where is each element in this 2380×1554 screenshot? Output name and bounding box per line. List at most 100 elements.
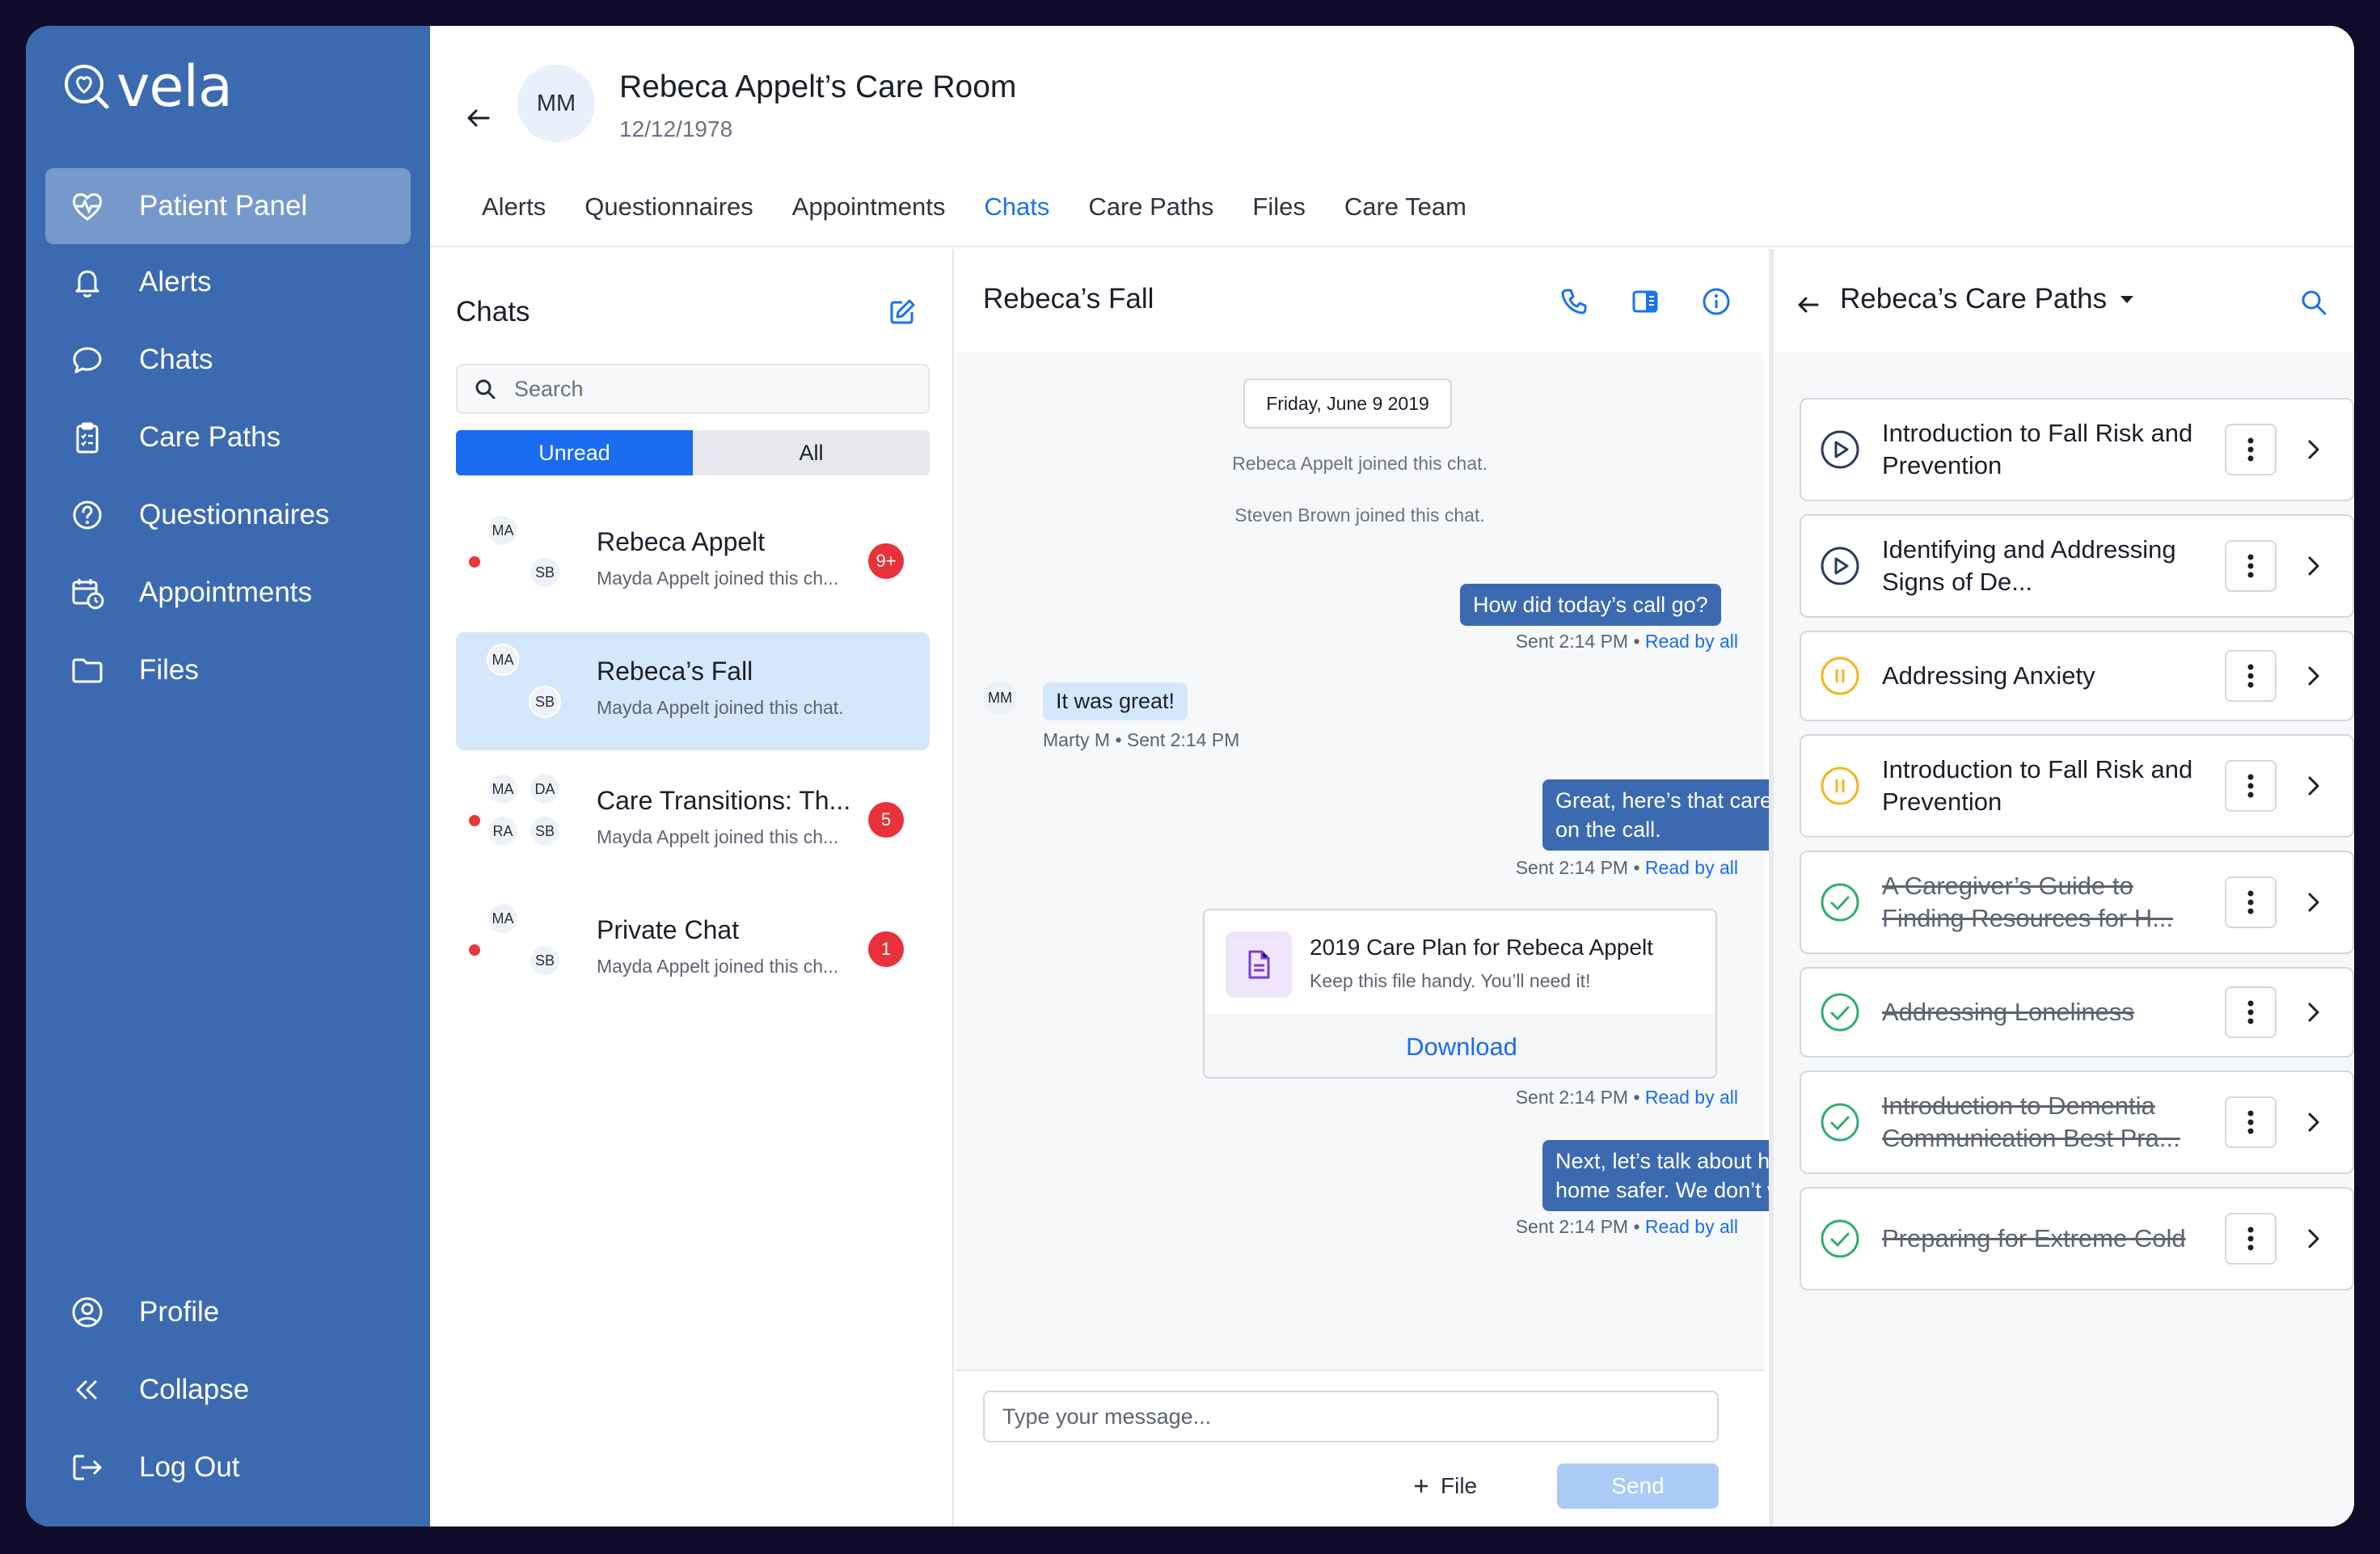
bullet-separator: • xyxy=(1633,631,1640,652)
chat-list-item[interactable]: MA DA RA SB Care Transitions: Th... Mayd… xyxy=(456,762,930,880)
chat-list-item[interactable]: MA SB Rebeca’s Fall Mayda Appelt joined … xyxy=(456,632,930,750)
search-icon[interactable] xyxy=(2299,288,2328,317)
attach-file-button[interactable]: File xyxy=(1412,1463,1477,1509)
message-status: Sent 2:14 PM • Read by all xyxy=(1516,1087,1738,1108)
nav-appointments[interactable]: Appointments xyxy=(45,555,411,631)
pause-circle-icon xyxy=(1819,765,1861,807)
nav-label: Log Out xyxy=(139,1451,240,1483)
nav-profile[interactable]: Profile xyxy=(45,1274,411,1350)
chevron-right-icon[interactable] xyxy=(2302,663,2325,689)
nav-alerts[interactable]: Alerts xyxy=(45,244,411,320)
bell-icon xyxy=(68,263,107,302)
filter-unread[interactable]: Unread xyxy=(456,430,693,475)
calendar-clock-icon xyxy=(68,573,107,612)
more-options-button[interactable] xyxy=(2225,1213,2277,1265)
sent-time: Sent 2:14 PM xyxy=(1515,857,1629,878)
read-receipt: Read by all xyxy=(1644,1087,1738,1108)
care-path-card[interactable]: Addressing Loneliness xyxy=(1800,967,2354,1058)
file-attachment-card: 2019 Care Plan for Rebeca Appelt Keep th… xyxy=(1203,909,1717,1079)
send-button[interactable]: Send xyxy=(1557,1463,1719,1509)
nav-questionnaires[interactable]: Questionnaires xyxy=(45,477,411,553)
nav-collapse[interactable]: Collapse xyxy=(45,1352,411,1428)
chat-search-input[interactable]: Search xyxy=(456,364,930,414)
vela-logo[interactable]: vela xyxy=(61,58,233,115)
message-status: Sent 2:14 PM • Read by all xyxy=(1516,857,1738,879)
chevron-right-icon[interactable] xyxy=(2302,1226,2325,1252)
avatar: DA xyxy=(529,773,561,805)
page-title: Rebeca Appelt’s Care Room xyxy=(619,70,1017,104)
care-path-title: Identifying and Addressing Signs of De..… xyxy=(1882,535,2176,596)
system-message: Rebeca Appelt joined this chat. xyxy=(1232,453,1488,474)
tab-care-team[interactable]: Care Team xyxy=(1344,192,1466,222)
chat-preview: Mayda Appelt joined this ch... xyxy=(597,826,839,847)
bullet-separator: • xyxy=(1633,857,1640,878)
tab-questionnaires[interactable]: Questionnaires xyxy=(584,192,753,222)
check-circle-icon xyxy=(1819,1218,1861,1260)
chevron-right-icon[interactable] xyxy=(2302,889,2325,915)
chevron-right-icon[interactable] xyxy=(2302,999,2325,1025)
patient-avatar: MM xyxy=(517,65,595,142)
tab-files[interactable]: Files xyxy=(1252,192,1305,222)
chat-list-item[interactable]: MA SB Rebeca Appelt Mayda Appelt joined … xyxy=(456,503,930,621)
tab-chats[interactable]: Chats xyxy=(984,192,1049,222)
info-icon[interactable] xyxy=(1701,286,1732,317)
care-paths-panel: Rebeca’s Care Paths Introduction to Fall… xyxy=(1769,249,2354,1527)
nav-care-paths[interactable]: Care Paths xyxy=(45,399,411,475)
conversation-title: Rebeca’s Fall xyxy=(983,283,1154,315)
care-path-card[interactable]: Introduction to Fall Risk and Prevention xyxy=(1800,398,2354,501)
unread-dot xyxy=(469,944,480,956)
more-options-button[interactable] xyxy=(2225,1096,2277,1148)
phone-icon[interactable] xyxy=(1559,286,1589,317)
care-path-card[interactable]: Addressing Anxiety xyxy=(1800,631,2354,721)
avatar: SB xyxy=(529,556,561,589)
more-options-button[interactable] xyxy=(2225,650,2277,702)
care-path-card[interactable]: Introduction to Dementia Communication B… xyxy=(1800,1070,2354,1174)
nav-files[interactable]: Files xyxy=(45,632,411,708)
tab-care-paths[interactable]: Care Paths xyxy=(1088,192,1213,222)
nav-logout[interactable]: Log Out xyxy=(45,1429,411,1505)
plus-icon xyxy=(1412,1476,1431,1496)
side-panel-icon[interactable] xyxy=(1630,286,1661,317)
care-paths-header: Rebeca’s Care Paths xyxy=(1774,249,2354,353)
more-options-button[interactable] xyxy=(2225,876,2277,928)
more-options-button[interactable] xyxy=(2225,986,2277,1038)
care-path-card[interactable]: A Caregiver’s Guide to Finding Resources… xyxy=(1800,851,2354,954)
chevron-right-icon[interactable] xyxy=(2302,773,2325,799)
system-message: Steven Brown joined this chat. xyxy=(1234,505,1485,526)
chevron-right-icon[interactable] xyxy=(2302,1109,2325,1135)
chevron-right-icon[interactable] xyxy=(2302,437,2325,462)
chevron-right-icon[interactable] xyxy=(2302,553,2325,579)
unread-dot xyxy=(469,556,480,568)
chat-preview: Mayda Appelt joined this ch... xyxy=(597,568,839,589)
nav-label: Profile xyxy=(139,1296,220,1328)
care-path-card[interactable]: Preparing for Extreme Cold xyxy=(1800,1187,2354,1290)
play-circle-icon xyxy=(1819,545,1861,587)
back-arrow-icon[interactable] xyxy=(1795,291,1822,319)
chat-name: Rebeca Appelt xyxy=(597,527,766,556)
chat-list-item[interactable]: MA SB Private Chat Mayda Appelt joined t… xyxy=(456,891,930,1009)
heart-pulse-icon xyxy=(68,187,107,226)
more-options-button[interactable] xyxy=(2225,424,2277,475)
care-path-card[interactable]: Identifying and Addressing Signs of De..… xyxy=(1800,514,2354,618)
care-paths-dropdown[interactable]: Rebeca’s Care Paths xyxy=(1840,283,2136,315)
message-input[interactable]: Type your message... xyxy=(983,1391,1719,1442)
care-path-card[interactable]: Introduction to Fall Risk and Prevention xyxy=(1800,734,2354,838)
author-name: Marty M xyxy=(1043,729,1111,750)
tab-appointments[interactable]: Appointments xyxy=(792,192,946,222)
avatar: MA xyxy=(487,773,519,805)
download-button[interactable]: Download xyxy=(1205,1014,1715,1077)
nav-patient-panel[interactable]: Patient Panel xyxy=(45,168,411,244)
app-window: vela Patient Panel Alerts Chats Care Pat… xyxy=(26,26,2354,1527)
back-arrow-icon[interactable] xyxy=(464,103,493,133)
bullet-separator: • xyxy=(1115,729,1122,750)
tab-alerts[interactable]: Alerts xyxy=(482,192,546,222)
nav-label: Collapse xyxy=(139,1374,250,1405)
unread-dot xyxy=(469,815,480,826)
clipboard-icon xyxy=(68,418,107,457)
filter-all[interactable]: All xyxy=(693,430,930,475)
more-options-button[interactable] xyxy=(2225,760,2277,812)
more-options-button[interactable] xyxy=(2225,540,2277,592)
compose-icon[interactable] xyxy=(886,296,918,328)
file-button-label: File xyxy=(1441,1473,1478,1498)
nav-chats[interactable]: Chats xyxy=(45,322,411,398)
